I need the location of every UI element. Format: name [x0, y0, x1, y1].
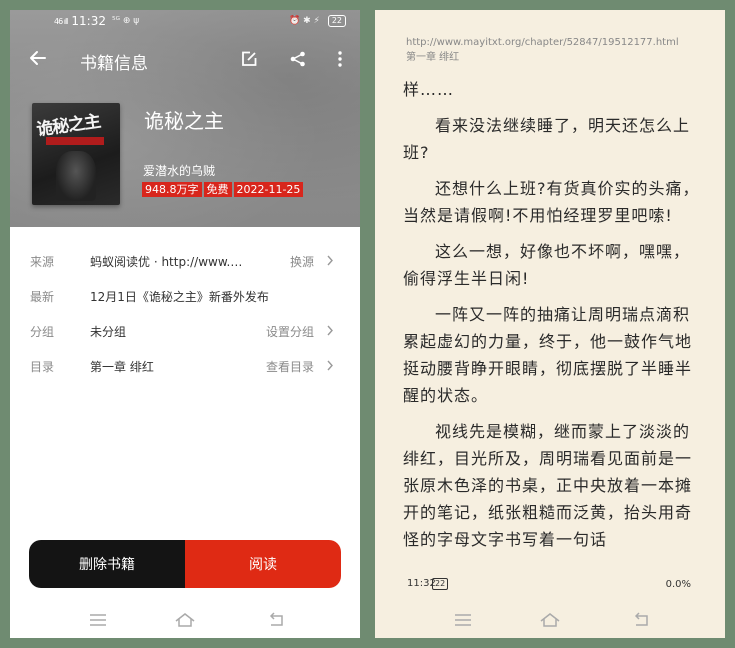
read-button[interactable]: 阅读 — [185, 540, 341, 588]
status-icons: ⁵ᴳ ⊕ ψ — [111, 16, 140, 26]
reading-progress: 0.0% — [665, 579, 691, 590]
paragraph: 还想什么上班?有货真价实的头痛，当然是请假啊!不用怕经理罗里吧嗦! — [403, 179, 700, 225]
edit-icon[interactable] — [240, 50, 258, 68]
cover-title: 诡秘之主 — [35, 111, 102, 141]
battery-indicator: 22 — [327, 15, 346, 27]
back-icon[interactable] — [268, 612, 286, 628]
menu-icon[interactable] — [454, 612, 472, 628]
paragraph: 样…… — [403, 80, 455, 99]
chapter-url: http://www.mayitxt.org/chapter/52847/195… — [406, 37, 679, 48]
group-row[interactable]: 分组 未分组 设置分组 — [10, 315, 360, 350]
more-icon[interactable] — [331, 50, 349, 68]
home-icon[interactable] — [174, 612, 196, 628]
latest-row: 最新 12月1日《诡秘之主》新番外发布 — [10, 280, 360, 315]
chevron-right-icon — [327, 255, 333, 266]
home-icon[interactable] — [539, 612, 561, 628]
share-icon[interactable] — [289, 50, 307, 68]
status-right-icons: ⏰ ✱ ⚡ — [289, 16, 320, 26]
back-icon[interactable] — [633, 612, 651, 628]
paragraph: 一阵又一阵的抽痛让周明瑞点滴积累起虚幻的力量，终于，他一鼓作气地挺动腰背睁开眼睛… — [403, 305, 693, 405]
author-name: 爱潜水的乌贼 — [143, 164, 216, 178]
system-nav-bar — [375, 608, 725, 638]
system-nav-bar — [10, 608, 360, 638]
status-time: 11:32 — [71, 14, 106, 28]
source-row[interactable]: 来源 蚂蚁阅读优 · http://www.… 换源 — [10, 245, 360, 280]
group-label: 分组 — [30, 325, 55, 339]
latest-label: 最新 — [30, 290, 55, 304]
book-cover[interactable]: 诡秘之主 — [32, 103, 120, 205]
paragraph: 这么一想，好像也不坏啊，嘿嘿，偷得浮生半日闲! — [403, 242, 691, 288]
app-bar: 书籍信息 — [10, 42, 360, 78]
cover-banner — [46, 137, 104, 145]
word-count-tag: 948.8万字 — [142, 182, 202, 197]
reader-battery: 22 — [432, 578, 449, 590]
book-name: 诡秘之主 — [144, 109, 224, 133]
chevron-right-icon — [327, 360, 333, 371]
latest-value: 12月1日《诡秘之主》新番外发布 — [90, 290, 269, 304]
book-header: 46 ıll 11:32 ⁵ᴳ ⊕ ψ ⏰ ✱ ⚡ 22 书籍信息 诡秘之主 诡… — [10, 10, 360, 227]
menu-icon[interactable] — [89, 612, 107, 628]
source-value: 蚂蚁阅读优 · http://www.… — [90, 255, 243, 269]
toc-row[interactable]: 目录 第一章 绯红 查看目录 — [10, 350, 360, 385]
free-tag: 免费 — [203, 182, 232, 197]
chevron-right-icon — [327, 325, 333, 336]
back-arrow-icon[interactable] — [28, 48, 48, 68]
date-tag: 2022-11-25 — [233, 182, 304, 197]
cover-figure — [56, 151, 96, 201]
page-title: 书籍信息 — [80, 54, 148, 74]
paragraph: 视线先是模糊，继而蒙上了淡淡的绯红，目光所及，周明瑞看见面前是一张原木色泽的书桌… — [403, 422, 693, 549]
change-source-button[interactable]: 换源 — [290, 253, 314, 270]
toc-value: 第一章 绯红 — [90, 360, 154, 374]
status-bar: 46 ıll 11:32 ⁵ᴳ ⊕ ψ ⏰ ✱ ⚡ 22 — [10, 10, 360, 32]
toc-label: 目录 — [30, 360, 55, 374]
paragraph: 看来没法继续睡了，明天还怎么上班? — [403, 116, 691, 162]
group-value: 未分组 — [90, 325, 127, 339]
view-toc-button[interactable]: 查看目录 — [266, 358, 314, 375]
book-tags: 948.8万字 免费 2022-11-25 — [142, 182, 304, 197]
info-list: 来源 蚂蚁阅读优 · http://www.… 换源 最新 12月1日《诡秘之主… — [10, 245, 360, 385]
action-buttons: 删除书籍 阅读 — [29, 540, 341, 588]
reader-screen[interactable]: http://www.mayitxt.org/chapter/52847/195… — [375, 10, 725, 638]
delete-book-button[interactable]: 删除书籍 — [29, 540, 185, 588]
source-label: 来源 — [30, 255, 55, 269]
signal-indicator: 46 ıll — [54, 16, 68, 26]
reading-content: 样…… 看来没法继续睡了，明天还怎么上班? 还想什么上班?有货真价实的头痛，当然… — [403, 76, 703, 562]
set-group-button[interactable]: 设置分组 — [266, 323, 314, 340]
book-info-screen: 46 ıll 11:32 ⁵ᴳ ⊕ ψ ⏰ ✱ ⚡ 22 书籍信息 诡秘之主 诡… — [10, 10, 360, 638]
chapter-title: 第一章 绯红 — [406, 52, 460, 63]
